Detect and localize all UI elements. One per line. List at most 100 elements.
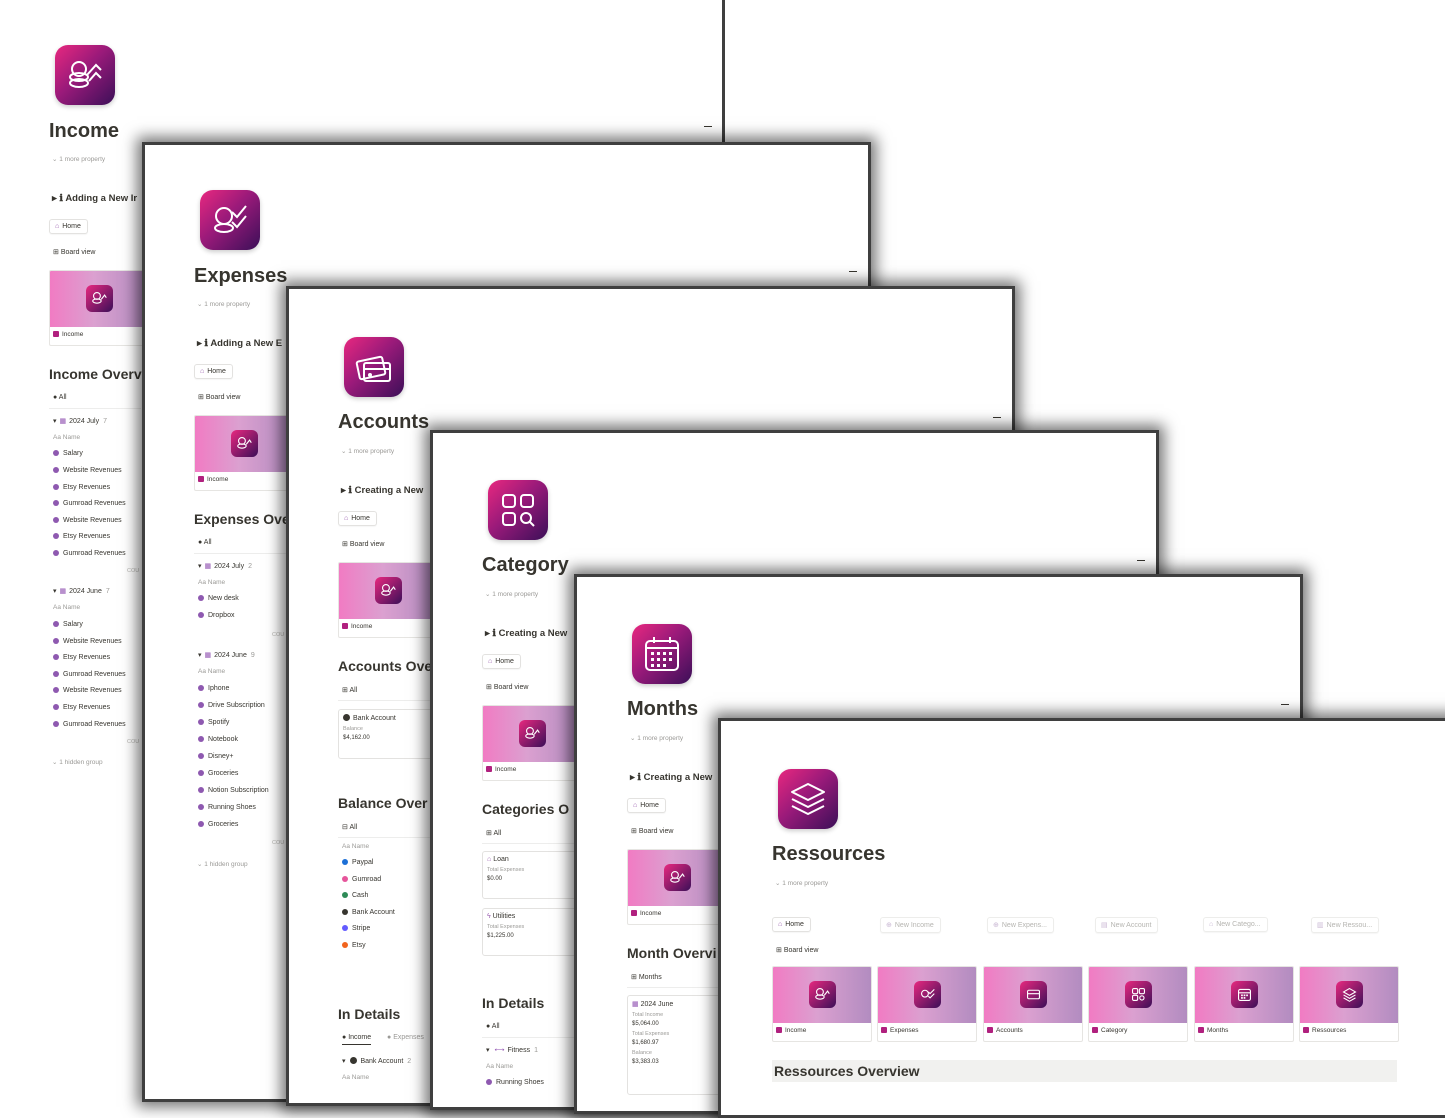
list-item[interactable]: Groceries — [198, 770, 238, 777]
group-header[interactable]: ▾ Bank Account 2 — [342, 1057, 411, 1065]
list-item[interactable]: Etsy Revenues — [53, 654, 110, 661]
new-category-button[interactable]: ⌂ New Catego... — [1203, 917, 1268, 932]
list-item[interactable]: Notebook — [198, 736, 238, 743]
toggle-block[interactable]: ▸ ℹ Adding a New Ir — [52, 193, 137, 204]
new-ressource-button[interactable]: ▥ New Ressou... — [1311, 917, 1380, 933]
group-header[interactable]: ▾ ⟷ Fitness 1 — [486, 1046, 538, 1054]
list-item[interactable]: Gumroad Revenues — [53, 671, 126, 678]
group-header[interactable]: ▾ ▦ 2024 July 2 — [198, 562, 252, 570]
gallery-card[interactable]: Income — [627, 849, 727, 925]
list-item[interactable]: Website Revenues — [53, 517, 122, 524]
more-properties[interactable]: ⌄ 1 more property — [630, 734, 683, 742]
toggle-block[interactable]: ▸ ℹ Creating a New — [630, 772, 712, 783]
gallery-card[interactable]: Income — [49, 270, 149, 346]
details-all-tab[interactable]: ● All — [486, 1023, 500, 1030]
new-income-button[interactable]: ⊕ New Income — [880, 917, 941, 933]
category-card[interactable]: ⌂ Loan Total Expenses $0.00 — [482, 851, 580, 899]
list-item[interactable]: Disney+ — [198, 753, 233, 760]
gallery-card-income[interactable]: Income — [772, 966, 872, 1042]
collapse-icon[interactable] — [849, 271, 857, 272]
list-item[interactable]: Etsy Revenues — [53, 704, 110, 711]
gallery-card[interactable]: Income — [482, 705, 582, 781]
hidden-groups[interactable]: ⌄ 1 hidden group — [52, 758, 103, 766]
list-item[interactable]: Stripe — [342, 925, 370, 932]
more-properties[interactable]: ⌄ 1 more property — [197, 300, 250, 308]
collapse-icon[interactable] — [1137, 560, 1145, 561]
filter-all-tab[interactable]: ⊞ All — [486, 829, 501, 837]
credit-cards-icon — [1020, 981, 1047, 1008]
tab-income[interactable]: ● Income — [342, 1034, 372, 1045]
group-header[interactable]: ▾ ▦ 2024 July 7 — [53, 417, 107, 425]
more-properties[interactable]: ⌄ 1 more property — [341, 447, 394, 455]
page-title: Expenses — [194, 265, 288, 287]
gallery-card[interactable]: Income — [194, 415, 294, 491]
balance-all-tab[interactable]: ⊟ All — [342, 823, 357, 831]
list-item[interactable]: Gumroad Revenues — [53, 550, 126, 557]
group-header[interactable]: ▾ ▦ 2024 June 9 — [198, 651, 255, 659]
more-properties[interactable]: ⌄ 1 more property — [775, 879, 828, 887]
months-view-tab[interactable]: ⊞ Months — [631, 973, 662, 981]
list-item[interactable]: Website Revenues — [53, 687, 122, 694]
toggle-block[interactable]: ▸ ℹ Adding a New E — [197, 338, 282, 349]
new-expense-button[interactable]: ⊕ New Expens... — [987, 917, 1055, 933]
collapse-icon[interactable] — [993, 417, 1001, 418]
filter-all-tab[interactable]: ⊞ All — [342, 686, 357, 694]
list-item[interactable]: Salary — [53, 621, 83, 628]
list-item[interactable]: Gumroad Revenues — [53, 721, 126, 728]
board-view-tab[interactable]: ⊞ Board view — [53, 248, 95, 256]
month-card[interactable]: ▦ 2024 June Total Income $5,064.00 Total… — [627, 995, 725, 1095]
list-item[interactable]: Website Revenues — [53, 638, 122, 645]
list-item[interactable]: Paypal — [342, 859, 373, 866]
board-view-tab[interactable]: ⊞ Board view — [776, 946, 818, 954]
home-button[interactable]: ⌂ Home — [338, 511, 377, 526]
hidden-groups[interactable]: ⌄ 1 hidden group — [197, 860, 248, 868]
filter-all-tab[interactable]: ● All — [198, 539, 212, 546]
list-item[interactable]: Drive Subscription — [198, 702, 265, 709]
board-view-tab[interactable]: ⊞ Board view — [342, 540, 384, 548]
new-account-button[interactable]: ▤ New Account — [1095, 917, 1159, 933]
board-view-tab[interactable]: ⊞ Board view — [631, 827, 673, 835]
list-item[interactable]: Gumroad — [342, 876, 381, 883]
list-item[interactable]: New desk — [198, 595, 239, 602]
category-card[interactable]: ϟ Utilities Total Expenses $1,225.00 — [482, 908, 580, 956]
list-item[interactable]: Iphone — [198, 685, 229, 692]
collapse-icon[interactable] — [1281, 704, 1289, 705]
gallery-card-accounts[interactable]: Accounts — [983, 966, 1083, 1042]
list-item[interactable]: Running Shoes — [198, 804, 256, 811]
list-item[interactable]: Etsy — [342, 942, 366, 949]
group-header[interactable]: ▾ ▦ 2024 June 7 — [53, 587, 110, 595]
list-item[interactable]: Spotify — [198, 719, 229, 726]
account-card[interactable]: Bank Account Balance $4,162.00 — [338, 709, 436, 759]
home-button[interactable]: ⌂ Home — [482, 654, 521, 669]
filter-all-tab[interactable]: ● All — [53, 394, 67, 401]
home-button[interactable]: ⌂ Home — [772, 917, 811, 932]
list-item[interactable]: Salary — [53, 450, 83, 457]
list-item[interactable]: Etsy Revenues — [53, 533, 110, 540]
more-properties[interactable]: ⌄ 1 more property — [52, 155, 105, 163]
home-button[interactable]: ⌂ Home — [627, 798, 666, 813]
list-item[interactable]: Notion Subscription — [198, 787, 269, 794]
coins-icon — [375, 577, 402, 604]
toggle-block[interactable]: ▸ ℹ Creating a New — [485, 628, 567, 639]
list-item[interactable]: Dropbox — [198, 612, 234, 619]
gallery-card-ressources[interactable]: Ressources — [1299, 966, 1399, 1042]
list-item[interactable]: Website Revenues — [53, 467, 122, 474]
gallery-card[interactable]: Income — [338, 562, 438, 638]
board-view-tab[interactable]: ⊞ Board view — [198, 393, 240, 401]
list-item[interactable]: Cash — [342, 892, 368, 899]
list-item[interactable]: Running Shoes — [486, 1079, 544, 1086]
list-item[interactable]: Etsy Revenues — [53, 484, 110, 491]
gallery-card-expenses[interactable]: Expenses — [877, 966, 977, 1042]
collapse-icon[interactable] — [704, 126, 712, 127]
gallery-card-months[interactable]: Months — [1194, 966, 1294, 1042]
home-button[interactable]: ⌂ Home — [49, 219, 88, 234]
tab-expenses[interactable]: ● Expenses — [387, 1034, 424, 1041]
more-properties[interactable]: ⌄ 1 more property — [485, 590, 538, 598]
list-item[interactable]: Bank Account — [342, 909, 395, 916]
gallery-card-category[interactable]: Category — [1088, 966, 1188, 1042]
list-item[interactable]: Groceries — [198, 821, 238, 828]
list-item[interactable]: Gumroad Revenues — [53, 500, 126, 507]
toggle-block[interactable]: ▸ ℹ Creating a New — [341, 485, 423, 496]
board-view-tab[interactable]: ⊞ Board view — [486, 683, 528, 691]
home-button[interactable]: ⌂ Home — [194, 364, 233, 379]
